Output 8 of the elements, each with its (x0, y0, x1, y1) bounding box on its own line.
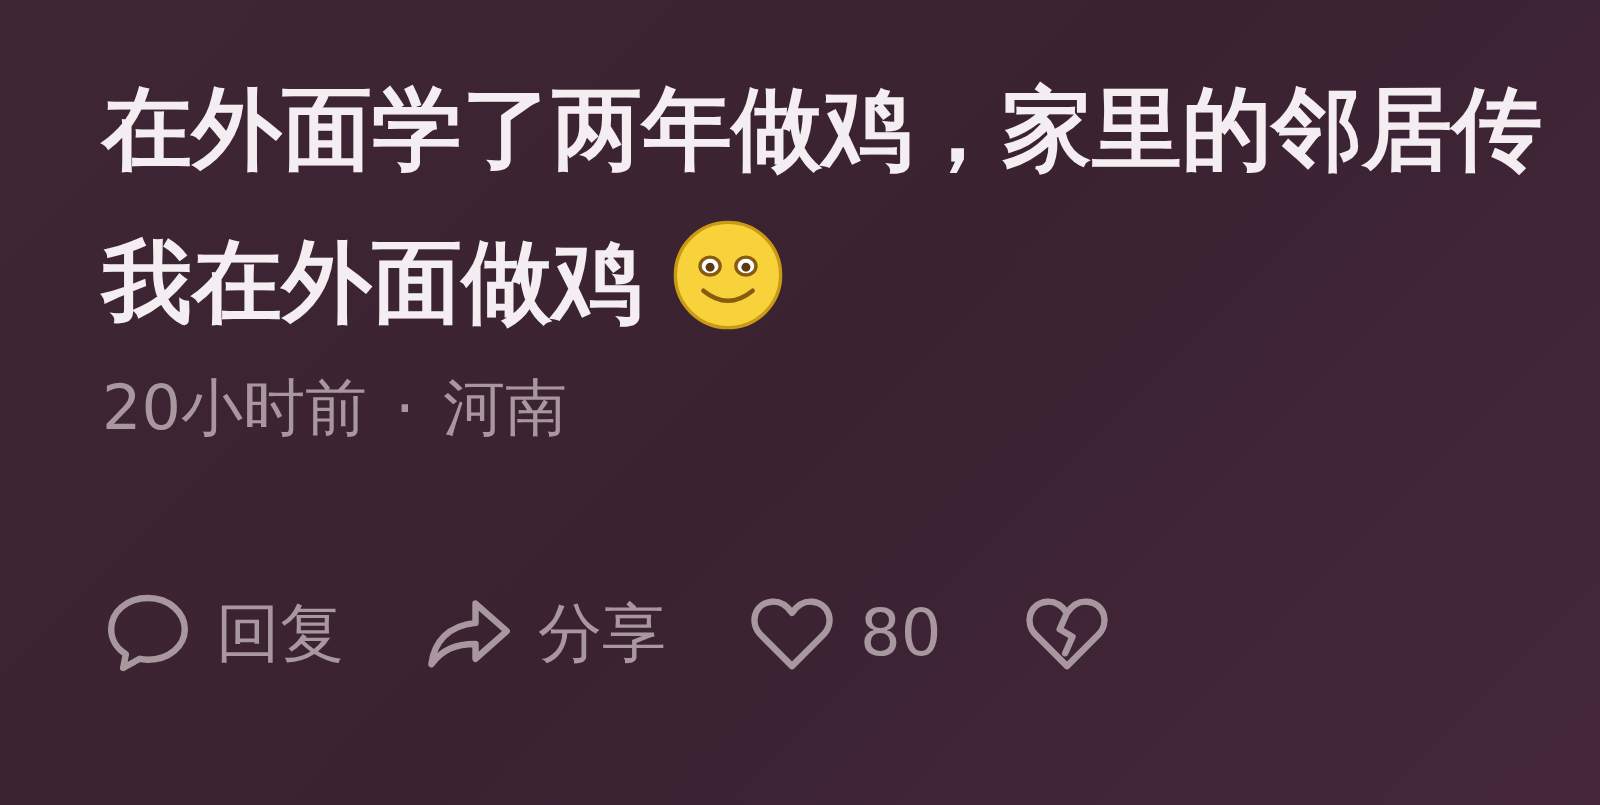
share-button[interactable]: 分享 (424, 587, 666, 679)
like-button[interactable]: 80 (746, 587, 942, 679)
comment-text: 在外面学了两年做鸡，家里的邻居传我在外面做鸡 (102, 75, 1542, 336)
comment-time: 20小时前 (102, 370, 367, 446)
reply-button[interactable]: 回复 (102, 587, 344, 679)
smiley-icon (672, 219, 784, 331)
separator-dot: · (394, 371, 415, 445)
comment-location: 河南 (442, 370, 567, 446)
